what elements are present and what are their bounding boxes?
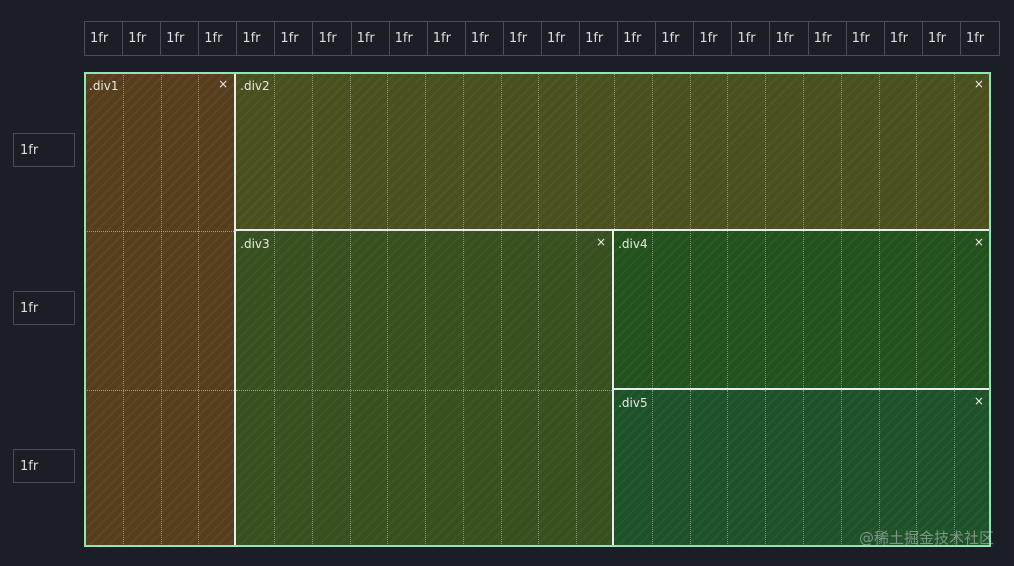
column-gridline [349,73,351,230]
column-track-label: 1fr [428,22,466,55]
column-gridline [878,231,880,388]
column-track-label: 1fr [85,22,124,55]
column-gridline [765,231,767,388]
column-gridline [954,231,956,388]
column-gridline [387,73,389,230]
column-track-label: 1fr [885,22,923,55]
row-track-label-2: 1fr [13,291,75,325]
column-gridline [765,389,767,546]
column-gridline [462,231,464,546]
column-track-label: 1fr [847,22,885,55]
column-gridline [349,231,351,546]
column-gridline [311,231,313,546]
column-gridline [878,73,880,230]
column-gridline [689,389,691,546]
column-gridline [727,73,729,230]
column-track-label: 1fr [542,22,581,55]
column-track-label: 1fr [504,22,542,55]
column-track-label: 1fr [923,22,961,55]
close-icon[interactable]: × [974,395,984,407]
column-track-label: 1fr [390,22,428,55]
column-track-labels: 1fr 1fr 1fr 1fr 1fr 1fr 1fr 1fr 1fr 1fr 1fr 1fr 1fr 1… [84,21,1000,56]
column-track-label: 1fr [161,22,200,55]
column-gridline [538,73,540,230]
column-track-label: 1fr [313,22,352,55]
column-gridline [576,231,578,546]
close-icon[interactable]: × [974,236,984,248]
row-track-label-3: 1fr [13,449,75,483]
column-gridline [954,389,956,546]
close-icon[interactable]: × [218,78,228,90]
column-gridline [651,231,653,388]
column-gridline [727,231,729,388]
column-gridline [954,73,956,230]
column-track-label: 1fr [694,22,733,55]
grid-area-div1[interactable]: .div1 × [84,72,236,547]
column-gridline [273,231,275,546]
watermark: @稀土掘金技术社区 [858,529,994,547]
column-track-label: 1fr [618,22,657,55]
column-track-label: 1fr [237,22,276,55]
area-label: .div1 [89,79,119,93]
column-gridline [198,73,200,546]
grid-area-div2[interactable]: .div2 × [235,72,991,231]
column-gridline [916,73,918,230]
column-gridline [425,231,427,546]
column-track-label: 1fr [352,22,390,55]
column-gridline [803,231,805,388]
column-gridline [651,73,653,230]
grid-overlay: .div1 × .div2 × .div3 × .div4 × .div5 × [84,72,991,547]
area-label: .div3 [240,237,270,252]
column-gridline [425,73,427,230]
column-gridline [122,73,124,546]
row-track-label-1: 1fr [13,133,75,167]
column-gridline [765,73,767,230]
column-gridline [160,73,162,546]
column-gridline [916,231,918,388]
column-gridline [538,231,540,546]
column-gridline [878,389,880,546]
column-gridline [689,231,691,388]
row-gridline [236,389,613,391]
column-gridline [727,389,729,546]
column-track-label: 1fr [809,22,847,55]
column-track-label: 1fr [275,22,314,55]
row-gridline [85,231,235,233]
close-icon[interactable]: × [596,236,606,248]
row-gridline [85,389,235,391]
area-label: .div5 [618,395,648,410]
column-gridline [689,73,691,230]
column-gridline [311,73,313,230]
column-gridline [651,389,653,546]
column-track-label: 1fr [732,22,771,55]
grid-area-div5[interactable]: .div5 × [613,388,991,547]
column-gridline [840,389,842,546]
column-gridline [840,231,842,388]
column-gridline [387,231,389,546]
column-gridline [273,73,275,230]
column-gridline [576,73,578,230]
area-label: .div4 [618,237,648,252]
column-gridline [803,73,805,230]
column-gridline [916,389,918,546]
close-icon[interactable]: × [974,78,984,90]
column-track-label: 1fr [199,22,238,55]
column-track-label: 1fr [965,31,985,46]
column-gridline [614,73,616,230]
column-track-label: 1fr [770,22,809,55]
grid-area-div4[interactable]: .div4 × [613,230,991,389]
column-track-label: 1fr [123,22,162,55]
column-gridline [500,231,502,546]
area-label: .div2 [240,79,270,93]
column-gridline [840,73,842,230]
column-gridline [500,73,502,230]
column-gridline [462,73,464,230]
column-track-label: 1fr [580,22,619,55]
column-track-label: 1fr [466,22,504,55]
grid-area-div3[interactable]: .div3 × [235,230,614,547]
column-gridline [803,389,805,546]
column-track-label: 1fr [656,22,695,55]
